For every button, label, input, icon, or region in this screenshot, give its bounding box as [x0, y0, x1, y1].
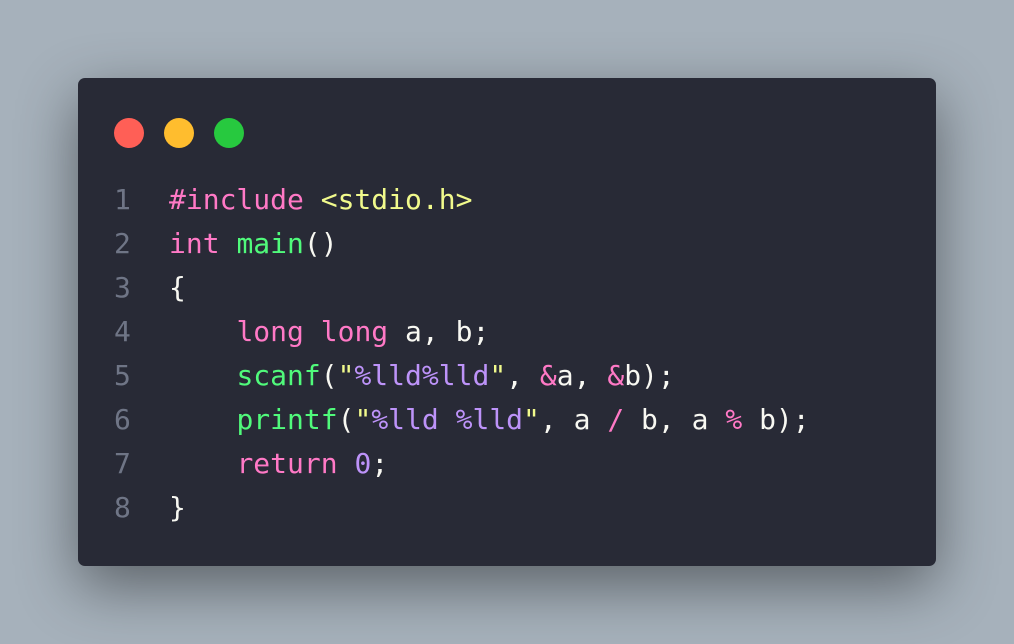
code-line: 2 int main() [78, 222, 936, 266]
code-token: % [725, 403, 743, 436]
minimize-dot-icon[interactable] [164, 118, 194, 148]
code-line-text: printf("%lld %lld", a / b, a % b); [169, 398, 810, 442]
line-number: 8 [114, 491, 131, 524]
code-token: ( [320, 359, 338, 392]
code-line-text: } [169, 486, 186, 530]
line-number: 6 [114, 403, 131, 436]
code-token: <stdio.h> [320, 183, 473, 216]
code-token: " [523, 403, 540, 436]
code-token: scanf [236, 359, 321, 392]
line-number: 4 [114, 315, 131, 348]
code-token: %lld [371, 403, 439, 436]
code-line: 8} [78, 486, 936, 530]
code-line: 6 printf("%lld %lld", a / b, a % b); [78, 398, 936, 442]
code-token: #include [169, 183, 304, 216]
code-token: main [236, 227, 304, 260]
code-window: 1 #include <stdio.h> 2 int main() 3{4 long l… [78, 78, 936, 566]
line-number: 1 [114, 183, 131, 216]
code-token: b); [742, 403, 810, 436]
code-token: , a [539, 403, 608, 436]
code-line-text: scanf("%lld%lld", &a, &b); [169, 354, 675, 398]
code-token: b, a [624, 403, 726, 436]
code-token: " [337, 359, 355, 392]
code-line-text: { [169, 266, 186, 310]
code-line-text: #include <stdio.h> [169, 178, 472, 222]
code-line: 4 long long a, b; [78, 310, 936, 354]
code-block: 1 #include <stdio.h> 2 int main() 3{4 long l… [78, 178, 936, 530]
code-token: ( [337, 403, 355, 436]
code-token: a, b; [388, 315, 490, 348]
close-dot-icon[interactable] [114, 118, 144, 148]
code-token: a, [556, 359, 608, 392]
code-token: , [506, 359, 540, 392]
code-token: & [539, 359, 557, 392]
code-token: " [354, 403, 372, 436]
code-token: long [320, 315, 389, 348]
code-token: () [303, 227, 338, 260]
code-token: } [169, 491, 186, 524]
code-token: long [236, 315, 304, 348]
line-number: 2 [114, 227, 131, 260]
code-token: printf [236, 403, 338, 436]
code-token: ; [371, 447, 389, 480]
code-line-text: int main() [169, 222, 338, 266]
code-token: %lld%lld [354, 359, 490, 392]
code-line: 1 #include <stdio.h> [78, 178, 936, 222]
code-line: 5 scanf("%lld%lld", &a, &b); [78, 354, 936, 398]
code-token: { [169, 271, 186, 304]
maximize-dot-icon[interactable] [214, 118, 244, 148]
code-token: " [489, 359, 507, 392]
line-number: 5 [114, 359, 131, 392]
code-token: return [236, 447, 338, 480]
code-line: 7 return 0; [78, 442, 936, 486]
code-token: int [169, 227, 220, 260]
code-token: / [607, 403, 625, 436]
code-line-text: return 0; [169, 442, 388, 486]
code-token: b); [624, 359, 675, 392]
code-line-text: long long a, b; [169, 310, 489, 354]
code-token: 0 [354, 447, 372, 480]
line-number: 3 [114, 271, 131, 304]
code-line: 3{ [78, 266, 936, 310]
code-token: & [607, 359, 625, 392]
code-token: %lld [455, 403, 524, 436]
line-number: 7 [114, 447, 131, 480]
